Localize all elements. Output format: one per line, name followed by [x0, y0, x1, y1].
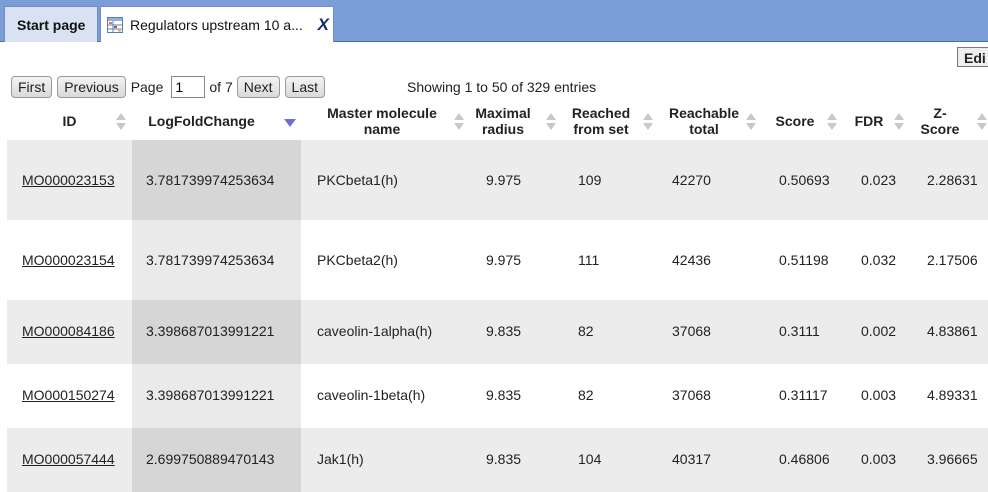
- reached-from-set-value: 104: [578, 451, 602, 467]
- reachable-total-value: 42436: [672, 252, 711, 268]
- score-value: 0.51198: [779, 252, 829, 268]
- fdr-value: 0.032: [861, 252, 897, 268]
- sort-both-icon: [116, 113, 126, 131]
- table-row[interactable]: MO000084186 3.398687013991221 caveolin-1…: [7, 300, 988, 364]
- close-tab-icon[interactable]: X: [318, 15, 329, 35]
- page-number-input[interactable]: [171, 76, 206, 98]
- column-header-radius-line2: radius: [481, 121, 524, 137]
- column-header-master-molecule[interactable]: Master molecule name: [301, 102, 463, 140]
- reached-from-set-value: 109: [578, 172, 602, 188]
- logfoldchange-value: 2.699750889470143: [146, 451, 275, 467]
- table-row[interactable]: MO000057444 2.699750889470143 Jak1(h) 9.…: [7, 428, 988, 492]
- table-row[interactable]: MO000023154 3.781739974253634 PKCbeta2(h…: [7, 220, 988, 300]
- column-header-master-line1: Master molecule: [327, 105, 437, 121]
- sort-both-icon: [454, 113, 464, 131]
- master-molecule-name: PKCbeta2(h): [317, 252, 398, 268]
- master-molecule-name: Jak1(h): [317, 451, 364, 467]
- page-label: Page: [130, 79, 164, 95]
- maximal-radius-value: 9.975: [486, 252, 522, 268]
- z-score-value: 3.96665: [927, 451, 978, 467]
- master-molecule-name: caveolin-1beta(h): [317, 387, 426, 403]
- column-header-z-line1: Z-: [933, 105, 947, 121]
- reachable-total-value: 37068: [672, 323, 711, 339]
- sort-both-icon: [643, 113, 653, 131]
- z-score-value: 4.83861: [927, 323, 978, 339]
- sort-both-icon: [546, 113, 556, 131]
- reached-from-set-value: 82: [578, 387, 594, 403]
- column-header-reachable-line1: Reachable: [668, 105, 740, 121]
- master-molecule-name: caveolin-1alpha(h): [317, 323, 433, 339]
- maximal-radius-value: 9.835: [486, 387, 522, 403]
- z-score-value: 4.89331: [927, 387, 978, 403]
- last-page-button[interactable]: Last: [284, 76, 326, 98]
- sort-both-icon: [977, 113, 987, 131]
- edit-button[interactable]: Edi: [957, 47, 988, 67]
- tab-regulators-label: Regulators upstream 10 a...: [130, 16, 303, 33]
- column-header-id-label: ID: [62, 113, 77, 129]
- z-score-value: 2.28631: [927, 172, 978, 188]
- logfoldchange-value: 3.398687013991221: [146, 323, 275, 339]
- column-header-reachable-total[interactable]: Reachable total: [659, 102, 759, 140]
- sort-both-icon: [894, 113, 904, 131]
- page-count-label: of 7: [209, 79, 233, 95]
- logfoldchange-value: 3.781739974253634: [146, 172, 275, 188]
- sort-both-icon: [827, 113, 837, 131]
- score-value: 0.50693: [779, 172, 830, 188]
- column-header-radius-line1: Maximal: [475, 105, 531, 121]
- logfoldchange-value: 3.398687013991221: [146, 387, 275, 403]
- column-header-z-score[interactable]: Z- Score: [909, 102, 985, 140]
- column-header-reachable-line2: total: [689, 121, 719, 137]
- molecule-id-link[interactable]: MO000057444: [22, 451, 115, 467]
- column-header-reached-line2: from set: [573, 121, 629, 137]
- molecule-id-link[interactable]: MO000023154: [22, 252, 115, 268]
- molecule-id-link[interactable]: MO000084186: [22, 323, 115, 339]
- table-body: MO000023153 3.781739974253634 PKCbeta1(h…: [7, 140, 988, 492]
- first-page-button[interactable]: First: [11, 76, 53, 98]
- score-value: 0.31117: [779, 387, 828, 403]
- z-score-value: 2.17506: [927, 252, 978, 268]
- reached-from-set-value: 82: [578, 323, 594, 339]
- tab-start-label: Start page: [17, 16, 86, 33]
- molecule-id-link[interactable]: MO000023153: [22, 172, 115, 188]
- reachable-total-value: 40317: [672, 451, 711, 467]
- maximal-radius-value: 9.975: [486, 172, 522, 188]
- fdr-value: 0.003: [861, 451, 897, 467]
- column-header-logfoldchange[interactable]: LogFoldChange: [132, 102, 301, 140]
- tab-start-page[interactable]: Start page: [4, 6, 98, 42]
- previous-page-button[interactable]: Previous: [57, 76, 126, 98]
- table-row[interactable]: MO000150274 3.398687013991221 caveolin-1…: [7, 364, 988, 428]
- table-icon: [107, 16, 123, 33]
- next-page-button[interactable]: Next: [236, 76, 280, 98]
- column-header-score[interactable]: Score: [759, 102, 839, 140]
- master-molecule-name: PKCbeta1(h): [317, 172, 398, 188]
- column-header-logfoldchange-label: LogFoldChange: [148, 113, 255, 129]
- score-value: 0.46806: [779, 451, 830, 467]
- reachable-total-value: 42270: [672, 172, 711, 188]
- column-header-maximal-radius[interactable]: Maximal radius: [463, 102, 557, 140]
- tab-bar: Start page Regulators upstream 10 a... X: [0, 0, 988, 42]
- pagination-bar: First Previous Page of 7 Next Last: [11, 75, 330, 99]
- column-header-fdr-label: FDR: [854, 113, 884, 129]
- table-header: ID LogFoldChange Master molecule name Ma…: [7, 102, 988, 141]
- tab-regulators-upstream[interactable]: Regulators upstream 10 a... X: [100, 6, 334, 42]
- reachable-total-value: 37068: [672, 387, 711, 403]
- fdr-value: 0.023: [861, 172, 897, 188]
- sort-descending-icon: [284, 113, 296, 131]
- column-header-id[interactable]: ID: [7, 102, 132, 140]
- fdr-value: 0.003: [861, 387, 897, 403]
- column-header-score-label: Score: [775, 113, 815, 129]
- sort-both-icon: [746, 113, 756, 131]
- maximal-radius-value: 9.835: [486, 323, 522, 339]
- column-header-reached-line1: Reached: [571, 105, 631, 121]
- logfoldchange-value: 3.781739974253634: [146, 252, 275, 268]
- column-header-z-line2: Score: [920, 121, 960, 137]
- reached-from-set-value: 111: [578, 252, 600, 268]
- score-value: 0.3111: [779, 323, 820, 339]
- column-header-master-line2: name: [363, 121, 401, 137]
- table-row[interactable]: MO000023153 3.781739974253634 PKCbeta1(h…: [7, 140, 988, 220]
- molecule-id-link[interactable]: MO000150274: [22, 387, 115, 403]
- maximal-radius-value: 9.835: [486, 451, 522, 467]
- fdr-value: 0.002: [861, 323, 897, 339]
- entries-info: Showing 1 to 50 of 329 entries: [407, 79, 597, 95]
